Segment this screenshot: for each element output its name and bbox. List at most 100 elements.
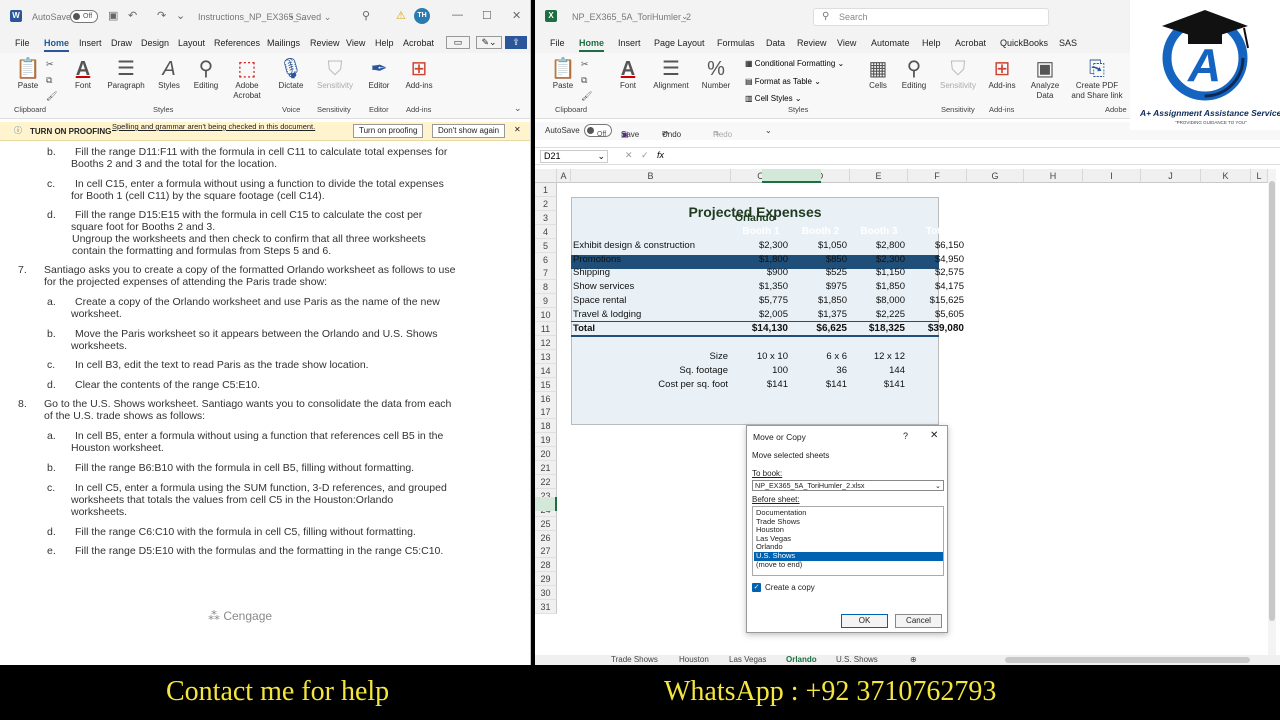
row-header-10[interactable]: 10 — [535, 308, 557, 323]
sheet-tab-orlando[interactable]: Orlando — [786, 655, 817, 664]
cost-value[interactable]: $141 — [850, 378, 905, 392]
column-header-b[interactable]: B — [571, 169, 731, 183]
addins-button[interactable]: ⊞ Add-ins — [985, 57, 1019, 91]
dictate-button[interactable]: 🎙 Dictate — [276, 57, 306, 91]
row-header-13[interactable]: 13 — [535, 349, 557, 364]
row-header-19[interactable]: 19 — [535, 433, 557, 448]
row-header-9[interactable]: 9 — [535, 294, 557, 309]
row-header-18[interactable]: 18 — [535, 419, 557, 434]
expense-value[interactable]: $2,225 — [850, 308, 905, 322]
expense-label[interactable]: Space rental — [573, 294, 626, 308]
cut-icon[interactable]: ✂ — [46, 59, 54, 70]
editing-button[interactable]: ⚲ Editing — [190, 57, 222, 91]
horizontal-scrollbar[interactable] — [1005, 657, 1250, 663]
share-icon[interactable]: ⇪ — [505, 36, 527, 49]
row-header-27[interactable]: 27 — [535, 544, 557, 559]
row-header-4[interactable]: 4 — [535, 224, 557, 239]
column-header-e[interactable]: E — [850, 169, 908, 183]
copy-icon[interactable]: ⧉ — [46, 75, 52, 86]
column-header-i[interactable]: I — [1083, 169, 1141, 183]
sensitivity-button[interactable]: ⛉ Sensitivity — [314, 57, 356, 91]
formula-input[interactable] — [683, 149, 1273, 163]
row-header-16[interactable]: 16 — [535, 391, 557, 406]
expense-value[interactable]: $850 — [791, 253, 847, 267]
paragraph-button[interactable]: ☰ Paragraph — [104, 57, 148, 91]
row-header-28[interactable]: 28 — [535, 558, 557, 573]
row-header-20[interactable]: 20 — [535, 447, 557, 462]
expense-value[interactable]: $2,800 — [850, 239, 905, 253]
row-header-8[interactable]: 8 — [535, 280, 557, 295]
tab-file[interactable]: File — [15, 38, 30, 48]
enter-formula-icon[interactable]: ✓ — [641, 150, 649, 161]
expense-label[interactable]: Travel & lodging — [573, 308, 641, 322]
expense-value[interactable]: $1,850 — [850, 280, 905, 294]
editor-button[interactable]: ✒ Editor — [364, 57, 394, 91]
before-sheet-option[interactable]: (move to end) — [754, 560, 943, 570]
conditional-formatting-button[interactable]: ▦ Conditional Formatting ⌄ — [745, 59, 844, 68]
font-button[interactable]: A Font — [70, 57, 96, 91]
column-header-l[interactable]: L — [1251, 169, 1268, 183]
tab-page-layout[interactable]: Page Layout — [654, 38, 705, 48]
tab-review[interactable]: Review — [310, 38, 340, 48]
column-header-a[interactable]: A — [557, 169, 571, 183]
row-header-14[interactable]: 14 — [535, 363, 557, 378]
autosave-toggle[interactable]: Off — [70, 10, 98, 23]
size-label[interactable]: Size — [571, 350, 728, 364]
search-icon[interactable]: ⚲ — [362, 9, 370, 22]
collapse-ribbon-icon[interactable]: ⌄ — [514, 103, 522, 114]
tab-draw[interactable]: Draw — [111, 38, 132, 48]
tab-design[interactable]: Design — [141, 38, 169, 48]
editing-button[interactable]: ⚲ Editing — [897, 57, 931, 91]
size-value[interactable]: 10 x 10 — [731, 350, 788, 364]
alignment-button[interactable]: ☰ Alignment — [647, 57, 695, 91]
redo-icon[interactable]: ↷ — [157, 9, 166, 22]
tab-help[interactable]: Help — [922, 38, 941, 48]
expense-value[interactable]: $525 — [791, 266, 847, 280]
expense-value[interactable]: $1,350 — [731, 280, 788, 294]
tab-layout[interactable]: Layout — [178, 38, 205, 48]
tab-acrobat[interactable]: Acrobat — [955, 38, 986, 48]
redo-button[interactable]: ↷ Redo ⌄ — [713, 126, 732, 139]
dialog-close-icon[interactable]: ✕ — [930, 430, 938, 441]
search-box[interactable]: ⚲ Search — [813, 8, 1049, 26]
expense-value[interactable]: $1,375 — [791, 308, 847, 322]
tab-home[interactable]: Home — [44, 38, 70, 52]
column-header-cell[interactable]: Booth 1 — [731, 225, 791, 239]
row-header-15[interactable]: 15 — [535, 377, 557, 392]
tab-review[interactable]: Review — [797, 38, 827, 48]
vertical-scrollbar[interactable] — [1268, 169, 1276, 655]
cost-label[interactable]: Cost per sq. foot — [571, 378, 728, 392]
sqft-value[interactable]: 144 — [850, 364, 905, 378]
close-icon[interactable]: ✕ — [514, 125, 521, 134]
row-header-21[interactable]: 21 — [535, 461, 557, 475]
styles-button[interactable]: A Styles — [155, 57, 183, 91]
format-as-table-button[interactable]: ▤ Format as Table ⌄ — [745, 77, 821, 86]
expense-value[interactable]: $4,950 — [908, 253, 964, 267]
row-header-11[interactable]: 11 — [535, 322, 557, 336]
dont-show-again-button[interactable]: Don't show again — [432, 124, 506, 138]
paste-button[interactable]: 📋 Paste — [549, 57, 577, 91]
sheet-tab-las-vegas[interactable]: Las Vegas — [729, 655, 766, 664]
row-header-25[interactable]: 25 — [535, 516, 557, 531]
undo-button[interactable]: ↶ Undo ⌄ — [662, 126, 681, 139]
location-cell[interactable]: Orlando — [571, 211, 939, 225]
row-header-22[interactable]: 22 — [535, 474, 557, 489]
column-header-f[interactable]: F — [908, 169, 967, 183]
font-button[interactable]: A Font — [615, 57, 641, 91]
turn-on-proofing-button[interactable]: Turn on proofing — [353, 124, 424, 138]
expense-value[interactable]: $2,300 — [850, 253, 905, 267]
expense-value[interactable]: $8,000 — [850, 294, 905, 308]
sheet-tab-houston[interactable]: Houston — [679, 655, 709, 664]
expense-value[interactable]: $1,800 — [731, 253, 788, 267]
tab-sas[interactable]: SAS — [1059, 38, 1077, 48]
tab-formulas[interactable]: Formulas — [717, 38, 755, 48]
expense-value[interactable]: $975 — [791, 280, 847, 294]
row-header-26[interactable]: 26 — [535, 530, 557, 545]
tab-references[interactable]: References — [214, 38, 260, 48]
customize-icon[interactable]: ⌄ — [176, 9, 185, 22]
format-painter-icon[interactable]: 🖌 — [581, 91, 592, 102]
row-header-3[interactable]: 3 — [535, 210, 557, 225]
comments-icon[interactable]: ▭ — [446, 36, 470, 49]
tab-acrobat[interactable]: Acrobat — [403, 38, 434, 48]
expense-value[interactable]: $15,625 — [908, 294, 964, 308]
